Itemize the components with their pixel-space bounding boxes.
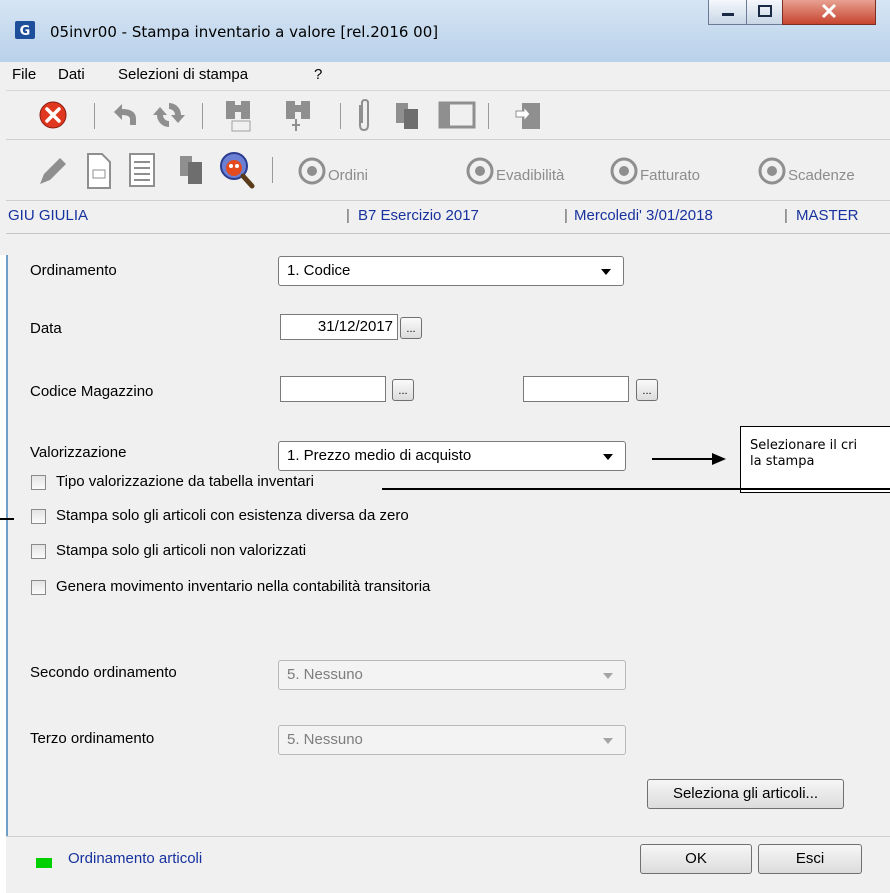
- info-separator: |: [564, 207, 568, 224]
- non-valorizzati-checkbox[interactable]: [31, 544, 46, 559]
- duplicate-icon[interactable]: [176, 152, 208, 188]
- maximize-button[interactable]: [746, 0, 784, 25]
- toolbar-separator: [202, 103, 203, 129]
- toolbar-separator: [94, 103, 95, 129]
- close-window-button[interactable]: [782, 0, 876, 25]
- data-lookup-button[interactable]: ...: [400, 317, 422, 339]
- ordinamento-select[interactable]: 1. Codice: [278, 256, 624, 286]
- ok-button[interactable]: OK: [640, 844, 752, 874]
- window-title: 05invr00 - Stampa inventario a valore [r…: [50, 23, 439, 41]
- close-icon: [821, 3, 837, 19]
- title-bar[interactable]: G 05invr00 - Stampa inventario a valore …: [0, 0, 890, 62]
- ordinamento-label: Ordinamento: [30, 262, 117, 279]
- toolbar-separator: [272, 157, 273, 183]
- app-logo-icon: G: [15, 21, 35, 39]
- evadibilita-label[interactable]: Evadibilità: [496, 167, 564, 184]
- fatturato-label[interactable]: Fatturato: [640, 167, 700, 184]
- menu-help[interactable]: ?: [314, 66, 322, 83]
- menu-selezioni-di-stampa[interactable]: Selezioni di stampa: [118, 66, 248, 83]
- chevron-down-icon: [603, 673, 613, 679]
- svg-text:G: G: [20, 24, 31, 39]
- info-separator: |: [784, 207, 788, 224]
- main-toolbar: [6, 91, 890, 140]
- terzo-ordinamento-label: Terzo ordinamento: [30, 730, 155, 747]
- scadenze-icon[interactable]: [758, 157, 786, 185]
- pencil-icon[interactable]: [36, 154, 68, 188]
- copy-records-icon[interactable]: [392, 99, 426, 131]
- ordini-icon[interactable]: [298, 157, 326, 185]
- codice-magazzino-to-input[interactable]: [523, 376, 629, 402]
- toolbar-separator: [488, 103, 489, 129]
- secondo-ordinamento-value: 5. Nessuno: [287, 666, 363, 683]
- codice-magazzino-to-lookup-button[interactable]: ...: [636, 379, 658, 401]
- status-indicator-icon: [36, 858, 52, 868]
- fatturato-icon[interactable]: [610, 157, 638, 185]
- refresh-icon[interactable]: [152, 99, 186, 131]
- arrow-head-icon: [712, 453, 726, 465]
- esci-button[interactable]: Esci: [758, 844, 862, 874]
- paperclip-icon[interactable]: [354, 97, 374, 133]
- undo-icon[interactable]: [110, 101, 142, 129]
- terzo-ordinamento-value: 5. Nessuno: [287, 731, 363, 748]
- company-code: MASTER: [796, 207, 859, 224]
- chevron-down-icon: [603, 738, 613, 744]
- codice-magazzino-from-lookup-button[interactable]: ...: [392, 379, 414, 401]
- application-window: G 05invr00 - Stampa inventario a valore …: [0, 0, 890, 893]
- codice-magazzino-from-input[interactable]: [280, 376, 386, 402]
- magnifier-character-icon[interactable]: [216, 148, 256, 192]
- export-icon[interactable]: [512, 97, 546, 133]
- menu-dati[interactable]: Dati: [58, 66, 85, 83]
- user-name: GIU GIULIA: [8, 207, 89, 224]
- menu-bar: File Dati Selezioni di stampa ?: [6, 62, 890, 91]
- codice-magazzino-label: Codice Magazzino: [30, 383, 154, 400]
- toolbar-separator: [340, 103, 341, 129]
- status-text: Ordinamento articoli: [68, 850, 203, 867]
- genera-movimento-label[interactable]: Genera movimento inventario nella contab…: [56, 578, 430, 595]
- genera-movimento-checkbox[interactable]: [31, 580, 46, 595]
- esercizio-label: B7 Esercizio 2017: [358, 207, 479, 224]
- annotation-arrows: [0, 453, 890, 520]
- minimize-button[interactable]: [708, 0, 748, 25]
- menu-file[interactable]: File: [12, 66, 36, 83]
- info-separator: |: [346, 207, 350, 224]
- data-input[interactable]: 31/12/2017: [280, 314, 398, 340]
- window-layout-icon[interactable]: [438, 101, 478, 129]
- secondo-ordinamento-select[interactable]: 5. Nessuno: [278, 660, 626, 690]
- left-window-border: [6, 255, 8, 892]
- form-list-icon[interactable]: [126, 152, 160, 190]
- secondary-toolbar: Ordini Evadibilità Fatturato Scadenze: [6, 140, 890, 201]
- terzo-ordinamento-select[interactable]: 5. Nessuno: [278, 725, 626, 755]
- document-icon[interactable]: [82, 152, 114, 190]
- search-list-icon[interactable]: [282, 97, 316, 133]
- data-value: 31/12/2017: [317, 318, 393, 335]
- binoculars-icon[interactable]: [222, 97, 256, 133]
- cancel-icon[interactable]: [38, 100, 68, 130]
- data-label: Data: [30, 320, 62, 337]
- bottom-bar: Ordinamento articoli OK Esci: [6, 836, 890, 893]
- evadibilita-icon[interactable]: [466, 157, 494, 185]
- chevron-down-icon: [601, 269, 611, 275]
- current-date: Mercoledi' 3/01/2018: [574, 207, 713, 224]
- session-info-bar: GIU GIULIA | B7 Esercizio 2017 | Mercole…: [6, 201, 890, 234]
- ordini-label[interactable]: Ordini: [328, 167, 368, 184]
- seleziona-articoli-button[interactable]: Seleziona gli articoli...: [647, 779, 844, 809]
- scadenze-label[interactable]: Scadenze: [788, 167, 855, 184]
- secondo-ordinamento-label: Secondo ordinamento: [30, 664, 177, 681]
- maximize-icon: [758, 5, 772, 17]
- minimize-icon: [722, 13, 734, 16]
- non-valorizzati-label[interactable]: Stampa solo gli articoli non valorizzati: [56, 542, 306, 559]
- ordinamento-value: 1. Codice: [287, 262, 351, 279]
